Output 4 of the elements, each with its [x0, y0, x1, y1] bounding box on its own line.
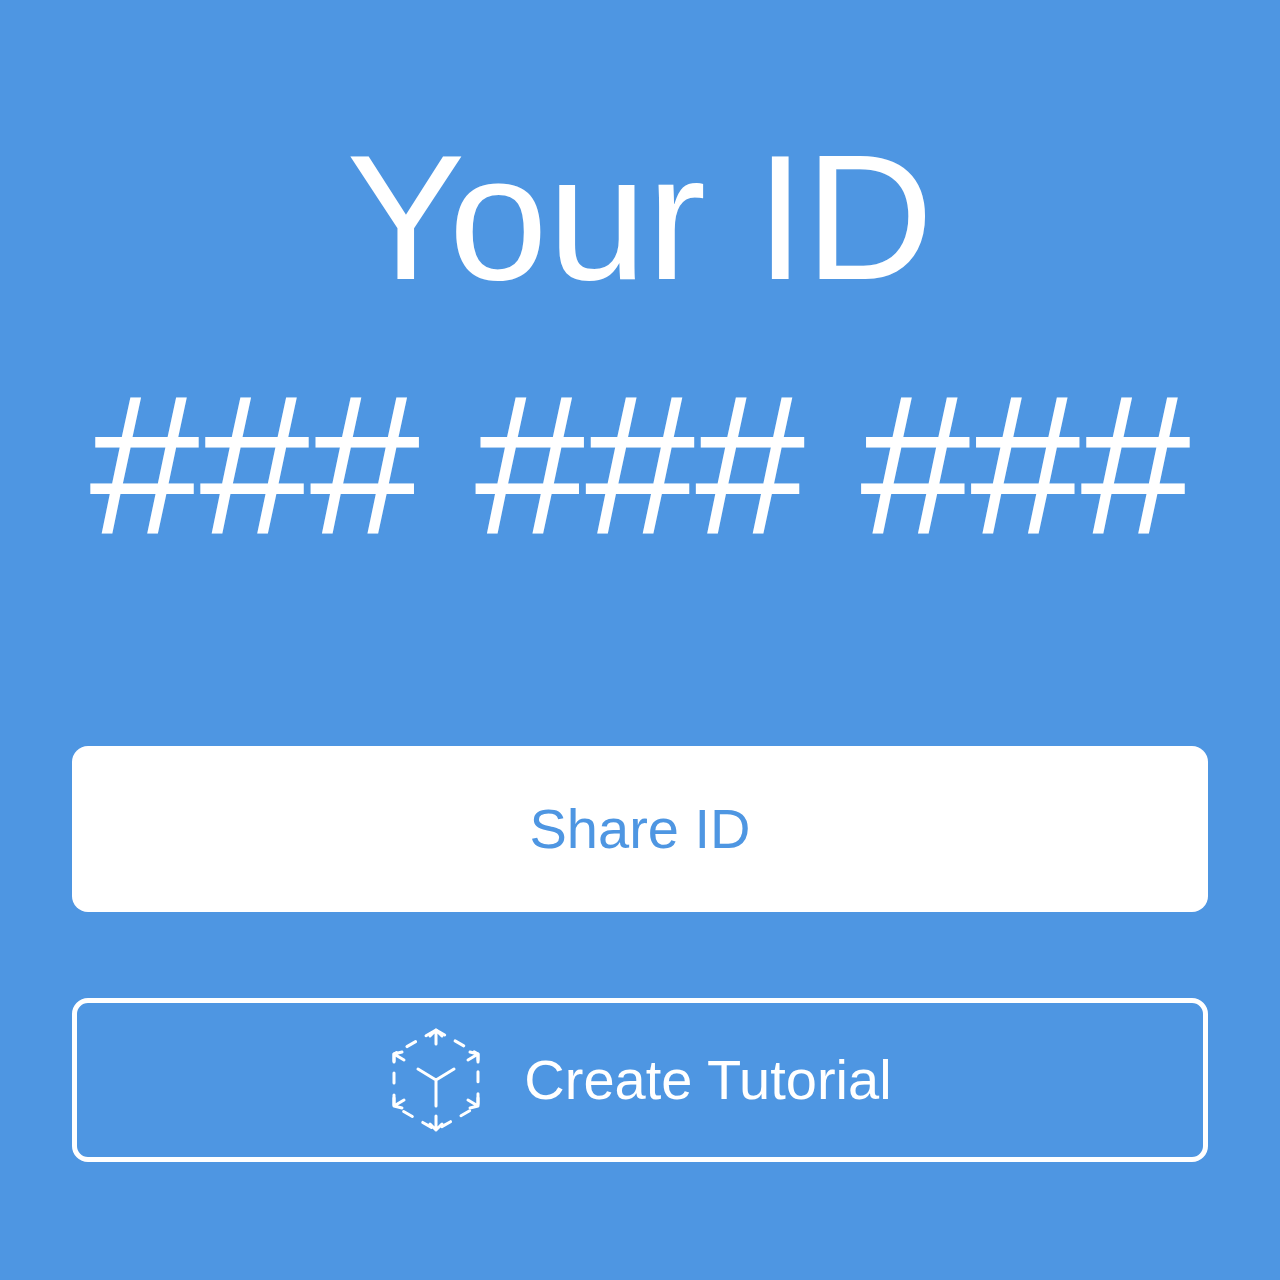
tutorial-button[interactable]: Create Tutorial — [72, 998, 1208, 1162]
title: Your ID — [346, 118, 934, 318]
share-button[interactable]: Share ID — [72, 746, 1208, 912]
id-code: ### ### ### — [89, 356, 1191, 576]
